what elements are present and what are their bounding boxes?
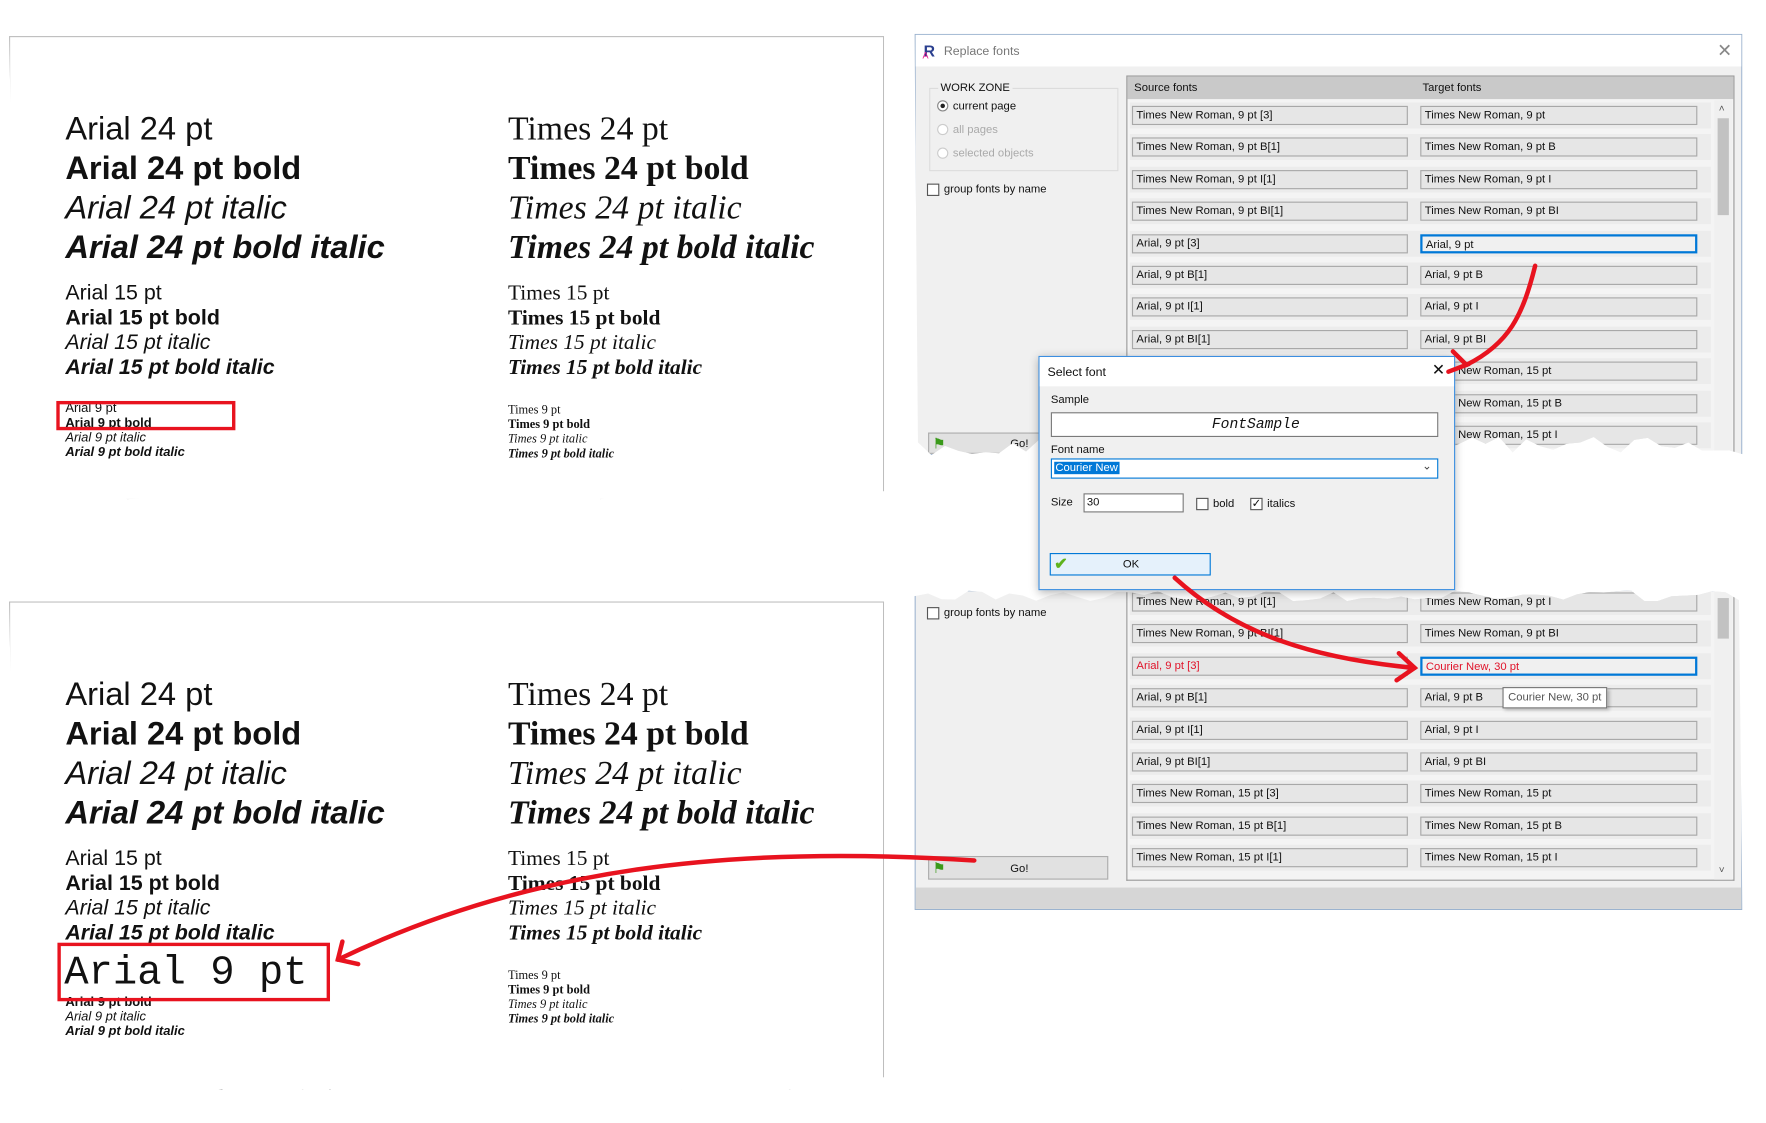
annotation-arrows	[335, 263, 1538, 967]
composite-screenshot: Arial 24 pt Arial 24 pt bold Arial 24 pt i…	[0, 0, 1766, 1123]
arrow-to-select-font	[1464, 263, 1538, 368]
arrowhead	[1446, 349, 1471, 374]
arrow-to-document	[335, 853, 977, 962]
arrow-to-target-cell	[1172, 575, 1417, 671]
